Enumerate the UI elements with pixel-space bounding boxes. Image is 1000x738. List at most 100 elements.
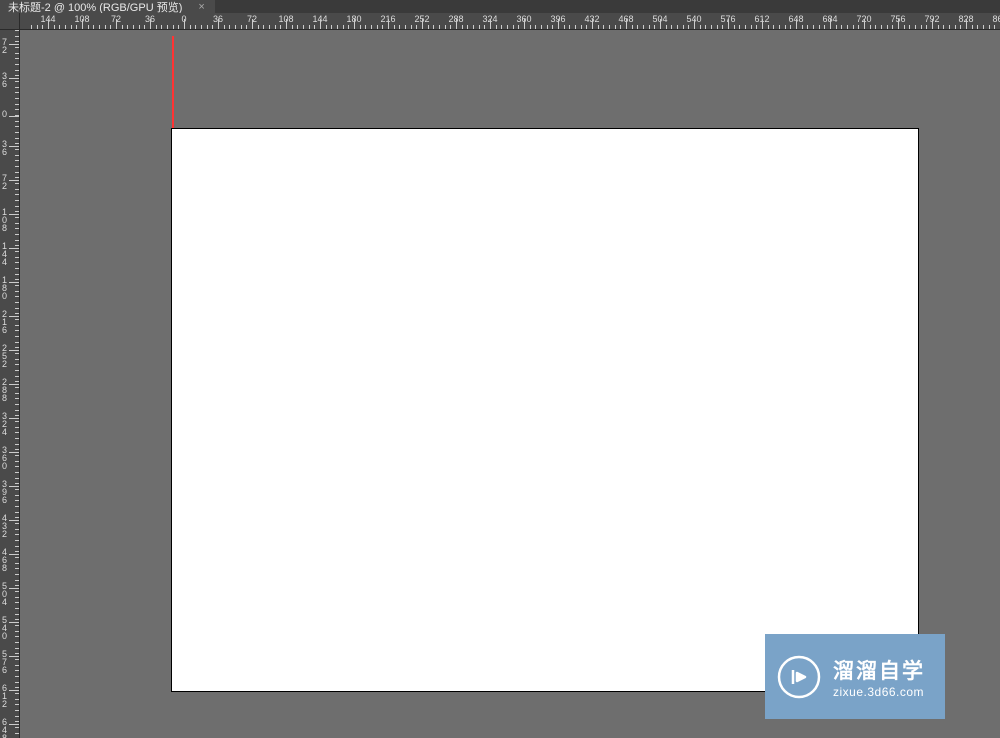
ruler-v-tick: [15, 347, 19, 348]
ruler-h-tick: [751, 25, 752, 29]
ruler-h-tick: [496, 25, 497, 29]
ruler-v-tick: [15, 580, 19, 581]
ruler-v-label: 288: [2, 378, 12, 402]
ruler-h-tick: [564, 25, 565, 29]
ruler-h-tick: [399, 25, 400, 29]
ruler-h-tick: [320, 25, 321, 29]
ruler-h-tick: [110, 25, 111, 29]
ruler-h-tick: [977, 25, 978, 29]
ruler-v-tick: [15, 291, 19, 292]
ruler-h-tick: [252, 25, 253, 29]
ruler-h-tick: [586, 25, 587, 29]
ruler-v-tick: [15, 642, 19, 643]
ruler-v-tick: [15, 166, 19, 167]
ruler-v-label: 72: [2, 38, 12, 54]
ruler-h-tick: [541, 25, 542, 29]
document-tab[interactable]: 未标题-2 @ 100% (RGB/GPU 预览) ×: [0, 0, 215, 13]
ruler-h-tick: [688, 25, 689, 29]
ruler-v-tick: [9, 554, 19, 555]
ruler-origin-corner[interactable]: [0, 13, 20, 30]
ruler-v-tick: [15, 495, 19, 496]
ruler-v-tick: [15, 551, 19, 552]
ruler-h-tick: [949, 25, 950, 29]
ruler-v-tick: [15, 659, 19, 660]
ruler-v-tick: [15, 410, 19, 411]
ruler-v-label: 108: [2, 208, 12, 232]
ruler-v-tick: [9, 418, 19, 419]
ruler-h-tick: [127, 25, 128, 29]
ruler-h-tick: [836, 25, 837, 29]
ruler-v-label: 396: [2, 480, 12, 504]
ruler-v-tick: [15, 81, 19, 82]
ruler-v-tick: [15, 608, 19, 609]
ruler-v-tick: [15, 200, 19, 201]
ruler-v-label: 180: [2, 276, 12, 300]
ruler-h-label: 864: [992, 14, 1000, 24]
artboard[interactable]: [172, 129, 918, 691]
ruler-v-tick: [15, 92, 19, 93]
ruler-v-label: 360: [2, 446, 12, 470]
ruler-v-tick: [15, 155, 19, 156]
ruler-h-tick: [178, 25, 179, 29]
ruler-h-tick: [343, 25, 344, 29]
ruler-v-tick: [15, 223, 19, 224]
watermark-title: 溜溜自学: [833, 655, 925, 685]
ruler-h-tick: [258, 25, 259, 29]
ruler-v-tick: [9, 146, 19, 147]
ruler-h-tick: [456, 25, 457, 29]
ruler-h-tick: [99, 25, 100, 29]
ruler-v-tick: [15, 636, 19, 637]
ruler-v-tick: [15, 398, 19, 399]
ruler-v-tick: [15, 585, 19, 586]
guide-line-vertical[interactable]: [172, 36, 174, 129]
ruler-h-tick: [915, 25, 916, 29]
ruler-h-tick: [309, 25, 310, 29]
ruler-h-tick: [756, 25, 757, 29]
ruler-v-tick: [15, 98, 19, 99]
ruler-v-label: 252: [2, 344, 12, 368]
ruler-h-tick: [932, 25, 933, 29]
ruler-h-tick: [626, 25, 627, 29]
ruler-h-tick: [581, 25, 582, 29]
ruler-v-tick: [15, 478, 19, 479]
ruler-h-tick: [246, 25, 247, 29]
ruler-h-tick: [813, 25, 814, 29]
ruler-v-tick: [15, 115, 19, 116]
ruler-h-tick: [422, 25, 423, 29]
ruler-v-tick: [15, 285, 19, 286]
ruler-h-tick: [224, 25, 225, 29]
ruler-v-tick: [15, 546, 19, 547]
ruler-h-tick: [530, 25, 531, 29]
ruler-v-tick: [9, 44, 19, 45]
ruler-v-tick: [15, 381, 19, 382]
ruler-v-tick: [15, 432, 19, 433]
ruler-horizontal[interactable]: 1441087236036721081441802162522883243603…: [20, 13, 1000, 30]
ruler-v-tick: [9, 248, 19, 249]
ruler-vertical[interactable]: 7236036721081441802162522883243603964324…: [0, 30, 20, 738]
ruler-h-tick: [167, 25, 168, 29]
ruler-h-tick: [354, 25, 355, 29]
ruler-v-label: 612: [2, 684, 12, 708]
ruler-v-tick: [15, 189, 19, 190]
ruler-v-tick: [15, 370, 19, 371]
ruler-v-tick: [15, 602, 19, 603]
ruler-v-tick: [15, 682, 19, 683]
ruler-v-tick: [9, 350, 19, 351]
ruler-v-tick: [15, 64, 19, 65]
tab-close-icon[interactable]: ×: [196, 1, 206, 13]
ruler-v-tick: [15, 183, 19, 184]
ruler-v-tick: [15, 104, 19, 105]
ruler-h-tick: [218, 25, 219, 29]
ruler-h-tick: [671, 25, 672, 29]
ruler-v-tick: [15, 540, 19, 541]
ruler-v-tick: [15, 557, 19, 558]
ruler-h-tick: [235, 25, 236, 29]
ruler-v-tick: [15, 466, 19, 467]
ruler-h-tick: [416, 25, 417, 29]
ruler-v-tick: [15, 70, 19, 71]
ruler-v-tick: [15, 268, 19, 269]
ruler-v-tick: [15, 234, 19, 235]
ruler-h-tick: [887, 25, 888, 29]
ruler-h-tick: [275, 25, 276, 29]
canvas-workspace[interactable]: [20, 30, 1000, 738]
